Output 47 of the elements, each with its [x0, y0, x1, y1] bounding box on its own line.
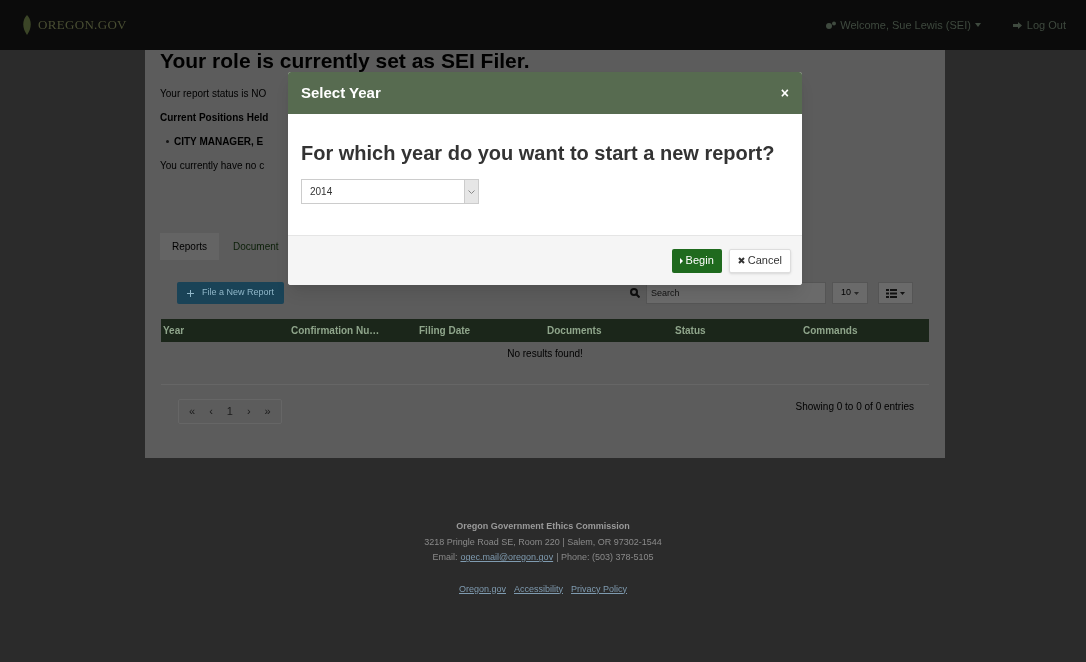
page-heading: Your role is currently set as SEI Filer.: [160, 50, 530, 72]
email-link[interactable]: ogec.mail@oregon.gov: [460, 551, 554, 565]
list-icon: [886, 288, 897, 298]
dialog-title: Select Year: [301, 82, 381, 103]
position-item: CITY MANAGER, E: [166, 134, 264, 149]
begin-button[interactable]: Begin: [671, 248, 722, 273]
column-header[interactable]: Year: [161, 323, 289, 338]
caret-icon: [974, 23, 981, 27]
leaf-icon: [20, 14, 34, 36]
pagination-link[interactable]: «: [183, 403, 202, 420]
columns-menu-button[interactable]: [878, 282, 913, 304]
cancel-button[interactable]: Cancel: [728, 248, 791, 273]
page-size-dropdown[interactable]: 10: [832, 282, 868, 304]
pagination-link[interactable]: »: [258, 403, 277, 420]
status-text: Your report status is NO: [160, 87, 267, 101]
plus-icon: [187, 289, 194, 297]
column-header[interactable]: Filing Date: [417, 323, 545, 338]
dialog-question: For which year do you want to start a new report?: [301, 141, 776, 166]
close-icon: [737, 257, 745, 264]
phone-text: | Phone: (503) 378-5105: [556, 551, 654, 564]
organization-name: Oregon Government Ethics Commission: [456, 520, 630, 533]
close-button[interactable]: ×: [780, 86, 789, 100]
pagination-link[interactable]: ‹: [203, 403, 219, 420]
pagination-link[interactable]: 1: [220, 403, 239, 420]
column-header[interactable]: Documents: [545, 323, 673, 338]
tab[interactable]: Reports: [160, 233, 219, 260]
column-header[interactable]: Commands: [801, 323, 929, 338]
search-icon: [630, 288, 640, 298]
footer-link[interactable]: Privacy Policy: [571, 582, 628, 596]
year-select[interactable]: 2014: [301, 179, 479, 204]
address-text: 3218 Pringle Road SE, Room 220 | Salem, OR 97302-1544: [424, 535, 662, 549]
footer-link[interactable]: Oregon.gov: [458, 582, 506, 596]
column-header[interactable]: Confirmation Nu…: [289, 323, 417, 338]
caret-right-icon: [679, 257, 683, 264]
tab[interactable]: Document: [221, 233, 291, 260]
caret-icon: [900, 291, 905, 295]
email-label: Email:: [432, 551, 458, 564]
entries-info: Showing 0 to 0 of 0 entries: [795, 399, 914, 414]
new-report-button[interactable]: File a New Report: [177, 282, 285, 304]
notice-text: You currently have no c: [160, 159, 265, 173]
column-header[interactable]: Status: [673, 323, 801, 338]
caret-icon: [854, 291, 859, 295]
footer-link[interactable]: Accessibility: [514, 582, 563, 596]
sign-out-icon: [1012, 20, 1023, 30]
empty-message: No results found!: [507, 347, 583, 361]
positions-label: Current Positions Held: [160, 111, 269, 125]
pagination-link[interactable]: ›: [240, 403, 257, 420]
